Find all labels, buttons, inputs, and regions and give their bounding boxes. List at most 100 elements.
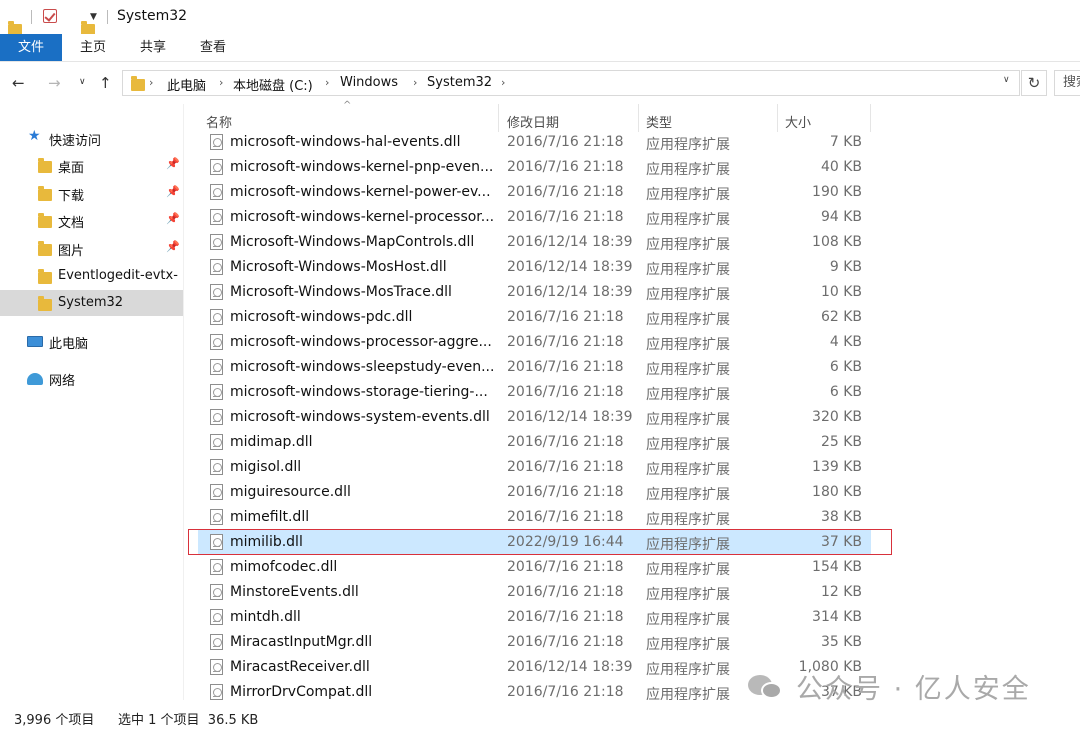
file-row[interactable]: midimap.dll 2016/7/16 21:18 应用程序扩展 25 KB [198, 430, 871, 455]
file-row[interactable]: MinstoreEvents.dll 2016/7/16 21:18 应用程序扩展 1… [198, 580, 871, 605]
file-size: 7 KB [829, 134, 862, 150]
file-row[interactable]: microsoft-windows-processor-aggre... 2016… [198, 330, 871, 355]
search-input[interactable]: 搜索 [1054, 70, 1080, 96]
column-divider[interactable] [777, 104, 778, 132]
file-row[interactable]: microsoft-windows-kernel-processor... 201… [198, 205, 871, 230]
column-divider[interactable] [498, 104, 499, 132]
recent-locations-chevron-icon[interactable]: ∨ [79, 77, 86, 87]
file-row[interactable]: microsoft-windows-sleepstudy-even... 2016… [198, 355, 871, 380]
address-dropdown-icon[interactable]: ∨ [1003, 75, 1010, 85]
file-size: 108 KB [812, 234, 862, 250]
column-header-type[interactable]: 类型 [646, 112, 672, 131]
file-row[interactable]: Microsoft-Windows-MosHost.dll 2016/12/14 … [198, 255, 871, 280]
file-row[interactable]: microsoft-windows-kernel-power-ev... 2016… [198, 180, 871, 205]
sidebar-item-pictures[interactable]: 图片 📌 [0, 235, 183, 261]
modified-date: 2016/7/16 21:18 [507, 684, 624, 700]
tab-home[interactable]: 主页 [68, 34, 118, 61]
file-size: 94 KB [820, 209, 862, 225]
chevron-right-icon[interactable]: › [501, 76, 505, 89]
file-name: microsoft-windows-system-events.dll [230, 409, 490, 425]
file-row[interactable]: microsoft-windows-hal-events.dll 2016/7/1… [198, 130, 871, 155]
dll-file-icon [210, 509, 223, 525]
file-size: 6 KB [829, 384, 862, 400]
tab-file[interactable]: 文件 [0, 34, 62, 61]
modified-date: 2016/7/16 21:18 [507, 159, 624, 175]
tab-share[interactable]: 共享 [128, 34, 178, 61]
folder-icon [38, 269, 52, 284]
column-divider[interactable] [638, 104, 639, 132]
modified-date: 2016/7/16 21:18 [507, 434, 624, 450]
title-separator [31, 10, 32, 24]
forward-arrow-icon[interactable]: → [48, 74, 61, 92]
file-type: 应用程序扩展 [646, 612, 730, 628]
pc-icon [27, 336, 43, 347]
sidebar-item-documents[interactable]: 文档 📌 [0, 207, 183, 233]
column-divider[interactable] [870, 104, 871, 132]
pin-icon[interactable]: 📌 [166, 212, 180, 225]
chevron-right-icon[interactable]: › [413, 76, 417, 89]
file-name: mimefilt.dll [230, 509, 310, 525]
modified-date: 2016/7/16 21:18 [507, 559, 624, 575]
wechat-logo-icon [748, 671, 784, 701]
address-bar[interactable]: › 此电脑 › 本地磁盘 (C:) › Windows › System32 › [122, 70, 1020, 96]
file-row[interactable]: mintdh.dll 2016/7/16 21:18 应用程序扩展 314 KB [198, 605, 871, 630]
file-row[interactable]: microsoft-windows-kernel-pnp-even... 2016… [198, 155, 871, 180]
sidebar-item-label: 图片 [58, 244, 85, 259]
file-row[interactable]: MiracastInputMgr.dll 2016/7/16 21:18 应用程序扩… [198, 630, 871, 655]
file-size: 320 KB [812, 409, 862, 425]
file-row[interactable]: migisol.dll 2016/7/16 21:18 应用程序扩展 139 KB [198, 455, 871, 480]
pin-icon[interactable]: 📌 [166, 185, 180, 198]
file-row[interactable]: mimefilt.dll 2016/7/16 21:18 应用程序扩展 38 KB [198, 505, 871, 530]
file-row[interactable]: miguiresource.dll 2016/7/16 21:18 应用程序扩展 18… [198, 480, 871, 505]
file-size: 139 KB [812, 459, 862, 475]
quick-access-dropdown-icon[interactable]: ▼ [90, 12, 97, 22]
file-size: 40 KB [820, 159, 862, 175]
download-folder-icon [38, 186, 52, 201]
tab-view[interactable]: 查看 [188, 34, 238, 61]
dll-file-icon [210, 259, 223, 275]
selection-info: 选中 1 个项目 36.5 KB [118, 713, 259, 728]
column-header-size[interactable]: 大小 [785, 112, 811, 131]
chevron-right-icon[interactable]: › [219, 76, 223, 89]
sidebar-item-this-pc[interactable]: 此电脑 [0, 328, 183, 354]
chevron-right-icon[interactable]: › [325, 76, 329, 89]
sidebar-item-quick-access[interactable]: ★ 快速访问 [0, 125, 183, 151]
breadcrumb-this-pc[interactable]: 此电脑 [167, 75, 206, 94]
sidebar-item-eventlogedit[interactable]: Eventlogedit-evtx- [0, 263, 183, 289]
chevron-right-icon[interactable]: › [149, 76, 153, 89]
file-row[interactable]: Microsoft-Windows-MapControls.dll 2016/12… [198, 230, 871, 255]
picture-folder-icon [38, 241, 52, 256]
file-size: 9 KB [829, 259, 862, 275]
file-row[interactable]: Microsoft-Windows-MosTrace.dll 2016/12/14… [198, 280, 871, 305]
breadcrumb-system32[interactable]: System32 [427, 75, 492, 90]
file-type: 应用程序扩展 [646, 462, 730, 478]
up-arrow-icon[interactable]: ↑ [99, 74, 112, 92]
file-row[interactable]: mimofcodec.dll 2016/7/16 21:18 应用程序扩展 154 K… [198, 555, 871, 580]
pin-icon[interactable]: 📌 [166, 157, 180, 170]
dll-file-icon [210, 409, 223, 425]
sidebar-item-system32[interactable]: System32 [0, 290, 183, 316]
file-row[interactable]: microsoft-windows-storage-tiering-... 201… [198, 380, 871, 405]
file-name: MirrorDrvCompat.dll [230, 684, 373, 700]
refresh-icon[interactable]: ↻ [1021, 70, 1047, 96]
sidebar-item-label: 下载 [58, 189, 85, 204]
properties-check-icon[interactable] [43, 9, 57, 23]
pane-divider[interactable] [183, 104, 184, 700]
sidebar-item-downloads[interactable]: 下载 📌 [0, 180, 183, 206]
column-header-date[interactable]: 修改日期 [507, 112, 559, 131]
column-header-name[interactable]: 名称 [206, 112, 232, 131]
dll-file-icon [210, 284, 223, 300]
sidebar-item-desktop[interactable]: 桌面 📌 [0, 152, 183, 178]
breadcrumb-windows[interactable]: Windows [340, 75, 398, 90]
sidebar-item-label: System32 [58, 295, 124, 310]
sidebar-item-network[interactable]: 网络 [0, 365, 183, 391]
breadcrumb-local-disk[interactable]: 本地磁盘 (C:) [233, 75, 313, 94]
file-name: migisol.dll [230, 459, 302, 475]
file-row[interactable]: microsoft-windows-pdc.dll 2016/7/16 21:18… [198, 305, 871, 330]
dll-file-icon [210, 209, 223, 225]
file-name: microsoft-windows-kernel-power-ev... [230, 184, 491, 200]
modified-date: 2016/7/16 21:18 [507, 209, 624, 225]
file-row[interactable]: microsoft-windows-system-events.dll 2016/… [198, 405, 871, 430]
back-arrow-icon[interactable]: ← [12, 74, 25, 92]
pin-icon[interactable]: 📌 [166, 240, 180, 253]
